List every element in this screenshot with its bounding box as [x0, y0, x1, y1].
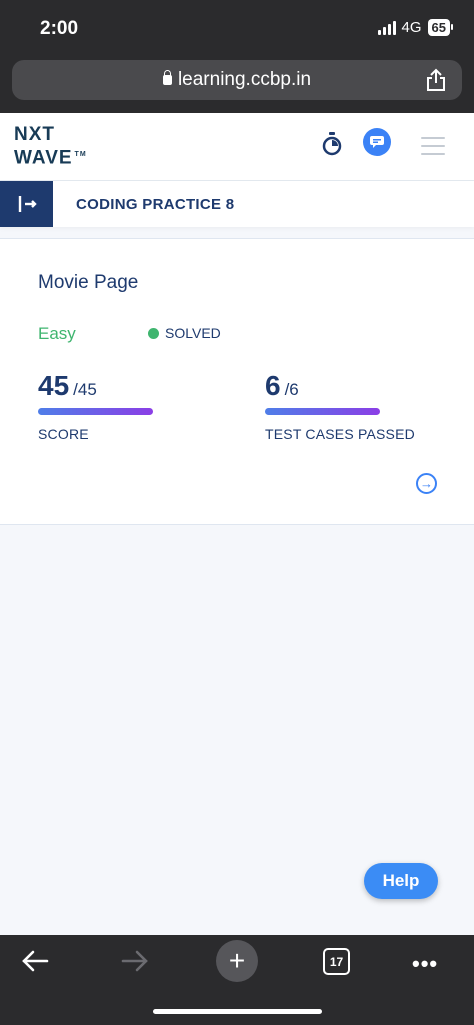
app-header: NXT WAVE TM	[0, 113, 474, 181]
more-options-icon[interactable]: •••	[412, 951, 438, 977]
question-title[interactable]: Movie Page	[38, 272, 138, 294]
question-card[interactable]: Movie Page Easy SOLVED 45/45 SCORE 6/6 T…	[0, 238, 474, 525]
status-indicators: 4G 65	[377, 19, 454, 36]
share-icon[interactable]	[426, 68, 446, 97]
hamburger-menu-icon[interactable]	[421, 137, 445, 161]
status-label: SOLVED	[165, 325, 221, 341]
url-text: learning.ccbp.in	[177, 69, 312, 90]
help-button[interactable]: Help	[364, 863, 438, 899]
score-metric: 45/45 SCORE	[38, 370, 153, 442]
chat-icon[interactable]	[363, 128, 391, 156]
open-question-arrow-icon[interactable]: →	[416, 473, 437, 494]
tests-total: /6	[284, 380, 299, 399]
score-label: SCORE	[38, 426, 89, 442]
test-cases-metric: 6/6 TEST CASES PASSED	[265, 370, 415, 442]
browser-top-bar: 2:00 4G 65 learning.ccbp.in	[0, 0, 474, 113]
expand-arrow-icon	[18, 196, 37, 212]
status-dot-icon	[148, 327, 159, 339]
new-tab-plus-icon[interactable]: +	[216, 940, 258, 982]
stopwatch-icon[interactable]	[321, 132, 343, 161]
score-progress-bar	[38, 408, 153, 415]
forward-arrow-icon[interactable]	[120, 947, 150, 980]
practice-title: CODING PRACTICE 8	[76, 196, 235, 213]
logo-line-1: NXT	[14, 124, 55, 145]
solved-status: SOLVED	[148, 325, 221, 341]
network-label: 4G	[401, 19, 422, 36]
practice-title-bar: CODING PRACTICE 8	[0, 181, 474, 227]
status-time: 2:00	[40, 18, 79, 39]
tests-value: 6	[265, 370, 281, 401]
logo-trademark: TM	[74, 151, 87, 158]
lock-icon	[162, 70, 172, 85]
home-indicator	[153, 1009, 322, 1014]
expand-sidebar-button[interactable]	[0, 181, 53, 227]
battery-icon: 65	[427, 19, 454, 36]
signal-icon	[377, 20, 396, 35]
score-total: /45	[73, 380, 97, 399]
back-arrow-icon[interactable]	[20, 947, 50, 980]
tests-progress-bar	[265, 408, 380, 415]
nxtwave-logo[interactable]: NXT WAVE TM	[14, 125, 87, 168]
score-value: 45	[38, 370, 70, 401]
tests-label: TEST CASES PASSED	[265, 426, 415, 442]
browser-bottom-toolbar: + 17 •••	[0, 935, 474, 1025]
logo-line-2: WAVE	[14, 147, 73, 169]
difficulty-label: Easy	[38, 324, 76, 343]
url-display[interactable]: learning.ccbp.in	[12, 69, 462, 91]
address-bar[interactable]: learning.ccbp.in	[12, 60, 462, 100]
tabs-count-button[interactable]: 17	[323, 948, 350, 975]
